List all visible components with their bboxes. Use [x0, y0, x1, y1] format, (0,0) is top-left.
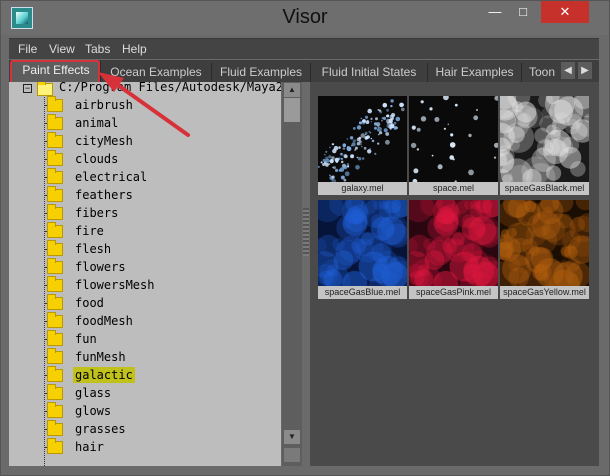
- annotation-arrow-icon: [98, 72, 190, 137]
